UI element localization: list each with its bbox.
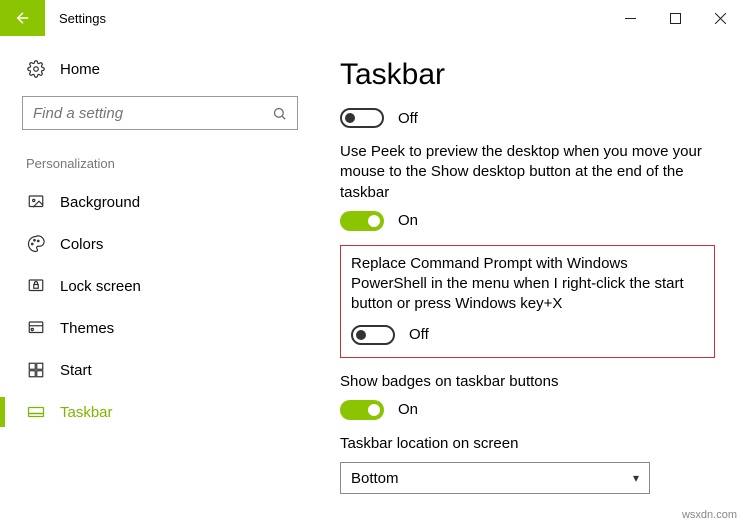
- location-desc: Taskbar location on screen: [340, 434, 715, 454]
- toggle-0[interactable]: [340, 108, 384, 128]
- peek-desc: Use Peek to preview the desktop when you…: [340, 142, 715, 203]
- maximize-icon: [670, 13, 681, 24]
- search-input[interactable]: [22, 96, 298, 130]
- start-icon: [26, 361, 46, 379]
- search-icon: [272, 106, 287, 121]
- location-value: Bottom: [351, 470, 399, 487]
- setting-toggle-0: Off: [340, 108, 715, 128]
- maximize-button[interactable]: [653, 0, 698, 36]
- window-title: Settings: [45, 0, 120, 36]
- themes-icon: [26, 319, 46, 337]
- toggle-badges-state: On: [398, 401, 418, 418]
- sidebar-item-lock-screen[interactable]: Lock screen: [22, 265, 298, 307]
- toggle-powershell-state: Off: [409, 326, 429, 343]
- setting-badges: Show badges on taskbar buttons On: [340, 372, 715, 420]
- search-field[interactable]: [33, 105, 272, 122]
- home-button[interactable]: Home: [22, 50, 298, 96]
- sidebar-item-start[interactable]: Start: [22, 349, 298, 391]
- setting-location: Taskbar location on screen Bottom ▾: [340, 434, 715, 494]
- toggle-peek-state: On: [398, 212, 418, 229]
- sidebar-item-taskbar[interactable]: Taskbar: [22, 391, 298, 433]
- title-bar: Settings: [0, 0, 743, 36]
- gear-icon: [26, 60, 46, 78]
- page-title: Taskbar: [340, 58, 715, 92]
- nav-label: Start: [60, 362, 92, 379]
- arrow-left-icon: [14, 9, 32, 27]
- watermark: wsxdn.com: [682, 509, 737, 521]
- toggle-0-state: Off: [398, 110, 418, 127]
- chevron-down-icon: ▾: [633, 471, 639, 485]
- nav-label: Themes: [60, 320, 114, 337]
- sidebar: Home Personalization Background Colors L…: [0, 36, 320, 524]
- setting-powershell-highlight: Replace Command Prompt with Windows Powe…: [340, 245, 715, 358]
- taskbar-icon: [26, 403, 46, 421]
- toggle-powershell[interactable]: [351, 325, 395, 345]
- nav-label: Background: [60, 194, 140, 211]
- nav-label: Colors: [60, 236, 103, 253]
- setting-peek: Use Peek to preview the desktop when you…: [340, 142, 715, 231]
- close-button[interactable]: [698, 0, 743, 36]
- powershell-desc: Replace Command Prompt with Windows Powe…: [351, 254, 704, 315]
- picture-icon: [26, 193, 46, 211]
- nav-label: Lock screen: [60, 278, 141, 295]
- section-header: Personalization: [22, 156, 298, 171]
- sidebar-item-themes[interactable]: Themes: [22, 307, 298, 349]
- sidebar-item-background[interactable]: Background: [22, 181, 298, 223]
- toggle-peek[interactable]: [340, 211, 384, 231]
- toggle-badges[interactable]: [340, 400, 384, 420]
- close-icon: [715, 13, 726, 24]
- main-panel: Taskbar Off Use Peek to preview the desk…: [320, 36, 743, 524]
- back-button[interactable]: [0, 0, 45, 36]
- badges-desc: Show badges on taskbar buttons: [340, 372, 715, 392]
- sidebar-item-colors[interactable]: Colors: [22, 223, 298, 265]
- location-select[interactable]: Bottom ▾: [340, 462, 650, 494]
- minimize-button[interactable]: [608, 0, 653, 36]
- minimize-icon: [625, 13, 636, 24]
- nav-label: Taskbar: [60, 404, 113, 421]
- lock-screen-icon: [26, 277, 46, 295]
- palette-icon: [26, 235, 46, 253]
- home-label: Home: [60, 61, 100, 78]
